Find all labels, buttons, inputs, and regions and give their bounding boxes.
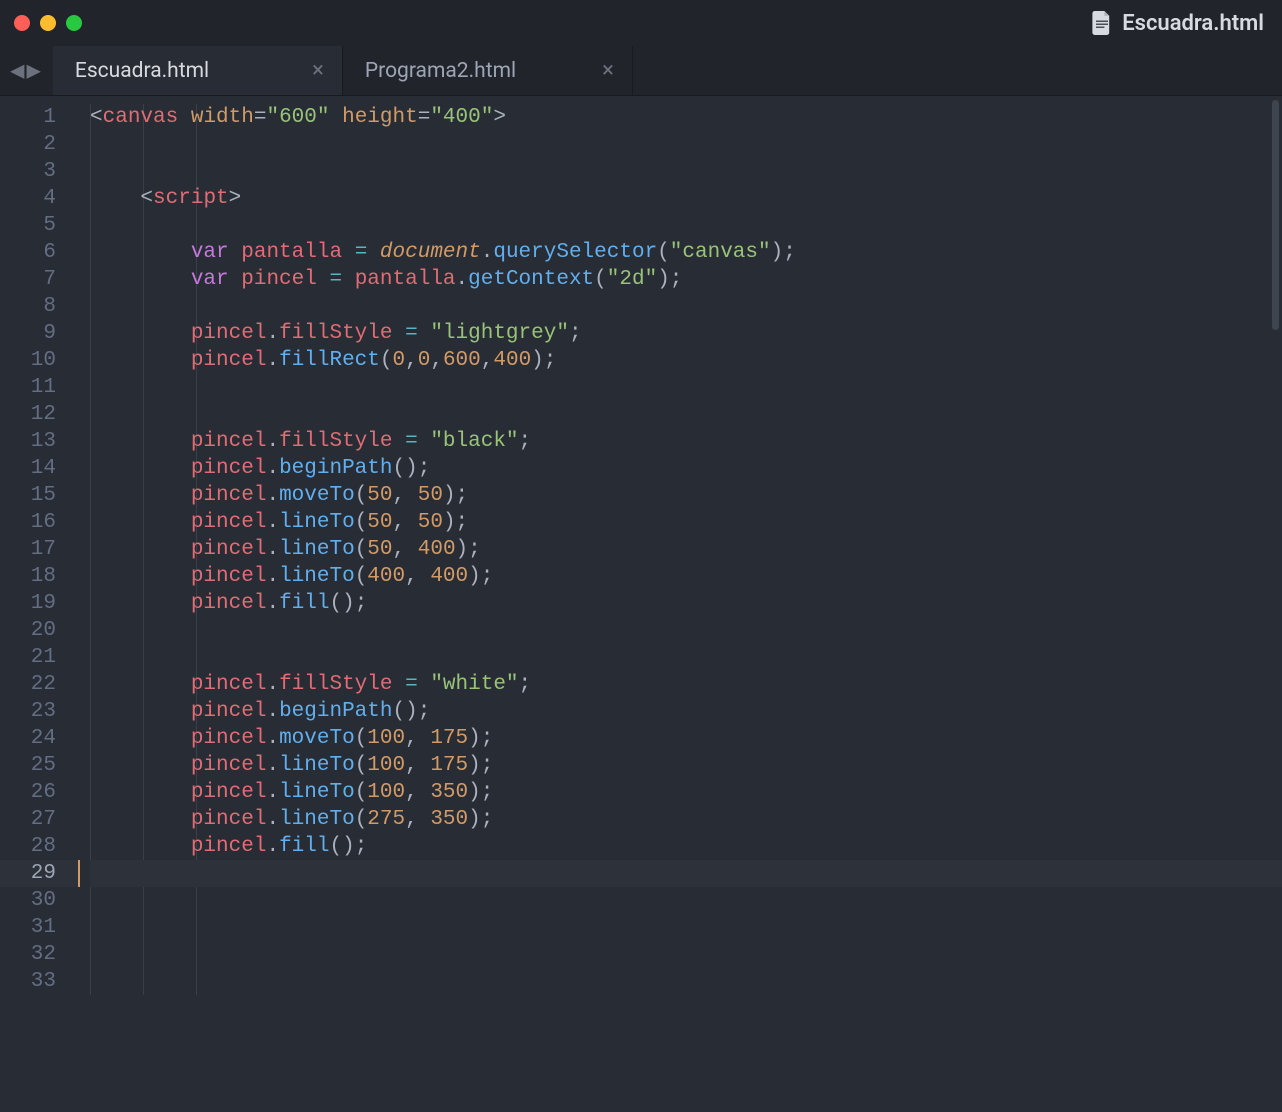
line-number[interactable]: 6 — [0, 239, 80, 266]
tabbar: ◀ ▶ Escuadra.html × Programa2.html × — [0, 46, 1282, 96]
code-line[interactable]: var pincel = pantalla.getContext("2d"); — [90, 266, 1282, 293]
tabs-container: Escuadra.html × Programa2.html × — [53, 46, 633, 95]
code-line[interactable]: pincel.fillStyle = "black"; — [90, 428, 1282, 455]
code-line[interactable]: pincel.lineTo(400, 400); — [90, 563, 1282, 590]
line-number[interactable]: 8 — [0, 293, 80, 320]
line-number[interactable]: 14 — [0, 455, 80, 482]
line-number[interactable]: 27 — [0, 806, 80, 833]
code-line[interactable]: pincel.lineTo(50, 400); — [90, 536, 1282, 563]
line-number[interactable]: 18 — [0, 563, 80, 590]
line-number[interactable]: 22 — [0, 671, 80, 698]
nav-arrows: ◀ ▶ — [4, 46, 53, 95]
line-number[interactable]: 12 — [0, 401, 80, 428]
window-minimize-button[interactable] — [40, 15, 56, 31]
code-line[interactable]: pincel.moveTo(50, 50); — [90, 482, 1282, 509]
tab-label: Programa2.html — [365, 59, 516, 83]
line-number[interactable]: 23 — [0, 698, 80, 725]
line-number[interactable]: 30 — [0, 887, 80, 914]
code-line[interactable]: pincel.beginPath(); — [90, 698, 1282, 725]
code-line[interactable]: pincel.fillStyle = "lightgrey"; — [90, 320, 1282, 347]
line-number[interactable]: 13 — [0, 428, 80, 455]
line-number[interactable]: 17 — [0, 536, 80, 563]
code-line[interactable]: pincel.fill(); — [90, 590, 1282, 617]
code-line[interactable]: pincel.fill(); — [90, 833, 1282, 860]
code-line[interactable] — [90, 158, 1282, 185]
code-line[interactable] — [90, 617, 1282, 644]
code-line[interactable]: <canvas width="600" height="400"> — [90, 104, 1282, 131]
file-icon — [1092, 11, 1112, 35]
line-number[interactable]: 24 — [0, 725, 80, 752]
line-number[interactable]: 1 — [0, 104, 80, 131]
editor: 1234567891011121314151617181920212223242… — [0, 96, 1282, 1112]
line-number[interactable]: 2 — [0, 131, 80, 158]
line-number[interactable]: 9 — [0, 320, 80, 347]
line-number[interactable]: 28 — [0, 833, 80, 860]
window-zoom-button[interactable] — [66, 15, 82, 31]
code-line[interactable] — [90, 212, 1282, 239]
line-number[interactable]: 4 — [0, 185, 80, 212]
nav-forward-icon[interactable]: ▶ — [26, 56, 40, 86]
code-line[interactable]: pincel.fillStyle = "white"; — [90, 671, 1282, 698]
window-title: Escuadra.html — [1122, 11, 1264, 36]
line-number[interactable]: 26 — [0, 779, 80, 806]
line-number[interactable]: 29 — [0, 860, 80, 887]
line-number[interactable]: 5 — [0, 212, 80, 239]
line-number[interactable]: 32 — [0, 941, 80, 968]
code-line[interactable]: pincel.moveTo(100, 175); — [90, 725, 1282, 752]
title-area: Escuadra.html — [1092, 11, 1264, 36]
tab-label: Escuadra.html — [75, 59, 209, 83]
code-line[interactable] — [90, 401, 1282, 428]
code-line[interactable] — [90, 914, 1282, 941]
code-line[interactable]: pincel.lineTo(100, 175); — [90, 752, 1282, 779]
line-number[interactable]: 3 — [0, 158, 80, 185]
line-number[interactable]: 16 — [0, 509, 80, 536]
code-line[interactable] — [90, 860, 1282, 887]
code-line[interactable]: pincel.lineTo(100, 350); — [90, 779, 1282, 806]
code-line[interactable]: <script> — [90, 185, 1282, 212]
line-number[interactable]: 33 — [0, 968, 80, 995]
tab-Programa2-html[interactable]: Programa2.html × — [343, 46, 633, 95]
line-number[interactable]: 19 — [0, 590, 80, 617]
line-number[interactable]: 31 — [0, 914, 80, 941]
scrollbar[interactable] — [1272, 100, 1279, 330]
traffic-lights — [14, 15, 82, 31]
line-number[interactable]: 7 — [0, 266, 80, 293]
code-line[interactable] — [90, 887, 1282, 914]
code-line[interactable]: pincel.beginPath(); — [90, 455, 1282, 482]
line-number[interactable]: 20 — [0, 617, 80, 644]
code-line[interactable] — [90, 374, 1282, 401]
line-number[interactable]: 25 — [0, 752, 80, 779]
code-area[interactable]: <canvas width="600" height="400"> <scrip… — [80, 96, 1282, 1112]
code-line[interactable] — [90, 644, 1282, 671]
close-icon[interactable]: × — [582, 58, 614, 83]
code-line[interactable] — [90, 131, 1282, 158]
gutter: 1234567891011121314151617181920212223242… — [0, 96, 80, 1112]
line-number[interactable]: 21 — [0, 644, 80, 671]
code-line[interactable]: pincel.lineTo(50, 50); — [90, 509, 1282, 536]
code-line[interactable]: var pantalla = document.querySelector("c… — [90, 239, 1282, 266]
code-line[interactable]: pincel.fillRect(0,0,600,400); — [90, 347, 1282, 374]
code-line[interactable]: pincel.lineTo(275, 350); — [90, 806, 1282, 833]
line-number[interactable]: 11 — [0, 374, 80, 401]
window-close-button[interactable] — [14, 15, 30, 31]
titlebar: Escuadra.html — [0, 0, 1282, 46]
line-number[interactable]: 15 — [0, 482, 80, 509]
code-line[interactable] — [90, 293, 1282, 320]
line-number[interactable]: 10 — [0, 347, 80, 374]
code-line[interactable] — [90, 941, 1282, 968]
code-line[interactable] — [90, 968, 1282, 995]
close-icon[interactable]: × — [292, 58, 324, 83]
tab-Escuadra-html[interactable]: Escuadra.html × — [53, 46, 343, 95]
nav-back-icon[interactable]: ◀ — [10, 56, 24, 86]
